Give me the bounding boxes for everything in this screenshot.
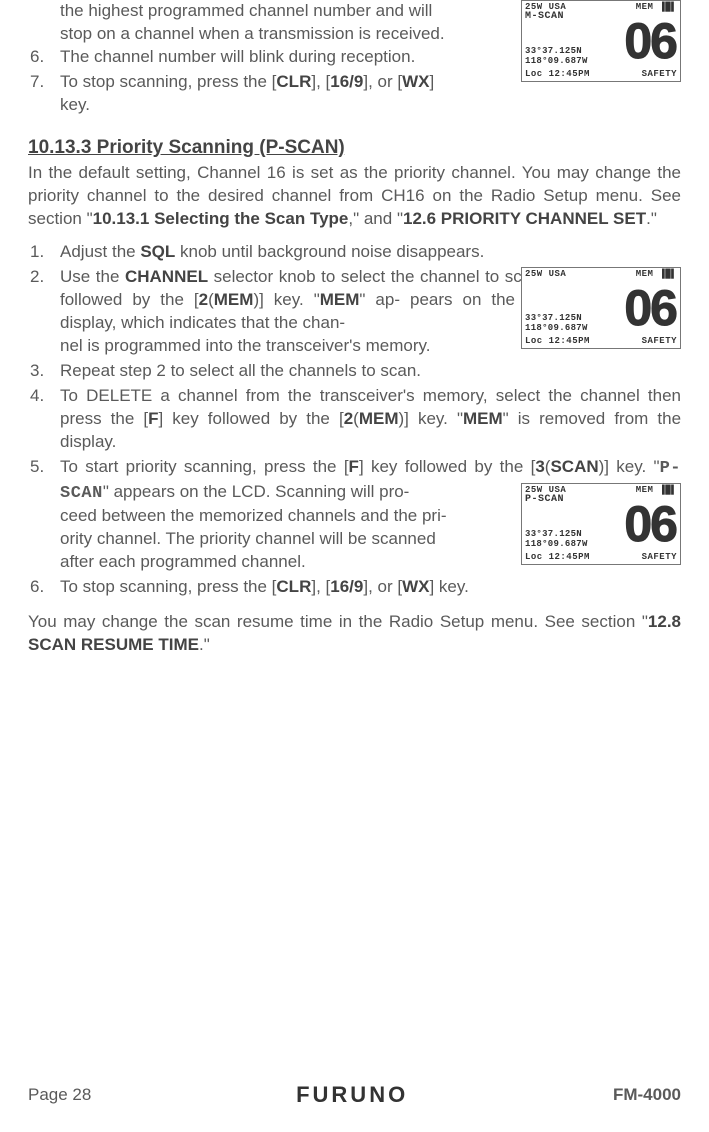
pscan-step-3: 3. Repeat step 2 to select all the chann… [28,360,681,383]
pscan-step-2: 2. Use the CHANNEL selector knob to sele… [28,266,681,358]
lcd-display-pscan: 25W USAMEM ▐█▌ P-SCAN 06 33°37.125N118°0… [521,483,681,565]
model-number: FM-4000 [613,1084,681,1107]
lcd-display-mem: 25W USAMEM ▐█▌ 06 33°37.125N118°09.687W … [521,267,681,349]
pscan-step-4: 4. To DELETE a channel from the transcei… [28,385,681,454]
pscan-step-6: 6. To stop scanning, press the [CLR], [1… [28,576,681,599]
page-footer: Page 28 FURUNO FM-4000 [28,1080,681,1110]
closing-paragraph: You may change the scan resume time in t… [28,611,681,657]
pscan-step-5: 5. To start priority scanning, press the… [28,456,681,575]
intro-paragraph: In the default setting, Channel 16 is se… [28,162,681,231]
section-heading-priority-scanning: 10.13.3 Priority Scanning (P-SCAN) [28,135,681,161]
pscan-step-1: 1. Adjust the SQL knob until background … [28,241,681,264]
step-7: 7. To stop scanning, press the [CLR], [1… [28,71,515,117]
lcd-display-mscan: 25W USAMEM ▐█▌ M-SCAN 06 33°37.125N118°0… [521,0,681,82]
step-6: 6. The channel number will blink during … [28,46,515,69]
page-number: Page 28 [28,1084,91,1107]
brand-logo: FURUNO [296,1080,408,1110]
